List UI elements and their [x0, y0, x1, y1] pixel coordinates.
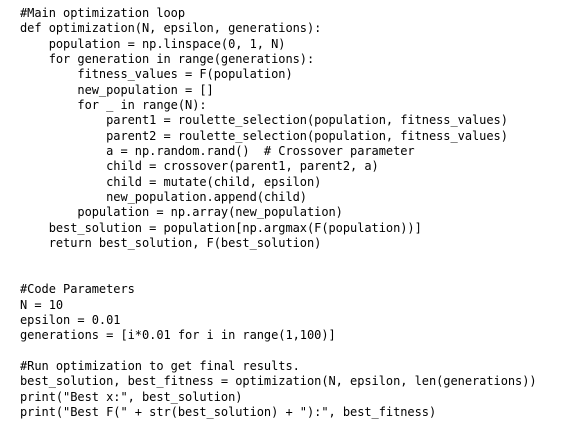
code-view: #Main optimization loop def optimization…: [20, 6, 566, 421]
code-line-5: fitness_values = F(population): [20, 67, 293, 82]
code-line-14: population = np.array(new_population): [20, 205, 343, 220]
code-line-16: return best_solution, F(best_solution): [20, 236, 322, 251]
code-line-24: #Run optimization to get final results.: [20, 358, 300, 373]
code-line-20: N = 10: [20, 297, 64, 312]
code-line-7: for _ in range(N):: [20, 98, 207, 113]
code-line-13: new_population.append(child): [20, 190, 307, 205]
code-line-8: parent1 = roulette_selection(population,…: [20, 113, 508, 128]
code-line-22: generations = [i*0.01 for i in range(1,1…: [20, 328, 336, 343]
code-line-21: epsilon = 0.01: [20, 312, 121, 327]
code-line-11: child = crossover(parent1, parent2, a): [20, 159, 379, 174]
code-line-15: best_solution = population[np.argmax(F(p…: [20, 220, 422, 235]
code-line-25: best_solution, best_fitness = optimizati…: [20, 374, 537, 389]
code-line-6: new_population = []: [20, 82, 214, 97]
code-line-4: for generation in range(generations):: [20, 52, 315, 67]
code-line-9: parent2 = roulette_selection(population,…: [20, 128, 508, 143]
code-line-27: print("Best F(" + str(best_solution) + "…: [20, 404, 437, 419]
code-line-1: #Main optimization loop: [20, 6, 186, 20]
code-line-10: a = np.random.rand() # Crossover paramet…: [20, 144, 415, 159]
code-line-19: #Code Parameters: [20, 282, 135, 297]
code-line-12: child = mutate(child, epsilon): [20, 174, 322, 189]
code-line-26: print("Best x:", best_solution): [20, 389, 243, 404]
code-line-2: def optimization(N, epsilon, generations…: [20, 21, 322, 36]
code-line-3: population = np.linspace(0, 1, N): [20, 36, 286, 51]
